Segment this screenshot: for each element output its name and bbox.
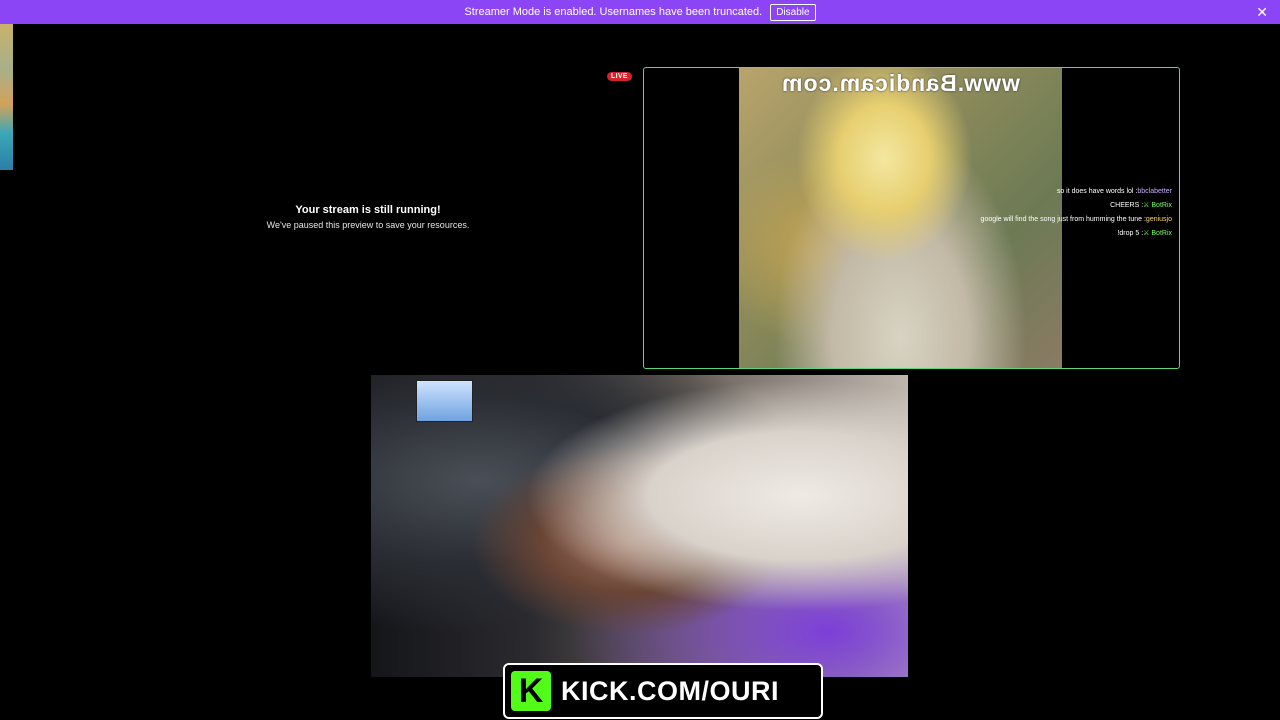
live-badge: LIVE (607, 72, 632, 81)
chat-message: !drop 5 :⚔ BotRix (1117, 230, 1172, 237)
streamer-mode-text: Streamer Mode is enabled. Usernames have… (464, 6, 763, 18)
webcam-feed (371, 375, 908, 677)
kick-url-text: KICK.COM/OURI (561, 675, 779, 706)
watermark-text: www.Bandicam.com (781, 70, 1020, 96)
chat-text: so it does have words lol (1056, 188, 1134, 195)
stream-preview[interactable]: www.Bandicam.com so it does have words l… (643, 67, 1180, 369)
streamer-mode-banner: Streamer Mode is enabled. Usernames have… (0, 0, 1280, 24)
close-icon[interactable]: ✕ (1256, 4, 1268, 20)
chat-message: so it does have words lol :bbclabetter (1056, 188, 1172, 195)
chat-text: google will find the song just from humm… (980, 216, 1143, 223)
chat-username: bbclabetter (1137, 188, 1172, 195)
chat-text: !drop 5 (1117, 230, 1140, 237)
kick-logo-icon: K (511, 671, 551, 711)
chat-username: ⚔ BotRix (1143, 230, 1172, 237)
kick-url-overlay: K KICK.COM/OURI (503, 663, 823, 719)
chat-message: google will find the song just from humm… (980, 216, 1172, 223)
chat-text: CHEERS (1110, 202, 1140, 209)
side-thumbnail[interactable] (0, 24, 13, 170)
chat-username: ⚔ BotRix (1143, 202, 1172, 209)
paused-preview-notice: Your stream is still running! We've paus… (228, 204, 508, 230)
chat-message: CHEERS :⚔ BotRix (1110, 202, 1172, 209)
paused-title: Your stream is still running! (295, 204, 441, 216)
paused-subtitle: We've paused this preview to save your r… (266, 220, 470, 230)
disable-button[interactable]: Disable (770, 3, 816, 21)
chat-username: geniusjo (1145, 216, 1172, 223)
chat-overlay: so it does have words lol :bbclabetter C… (944, 185, 1172, 241)
background-monitor (416, 380, 473, 422)
